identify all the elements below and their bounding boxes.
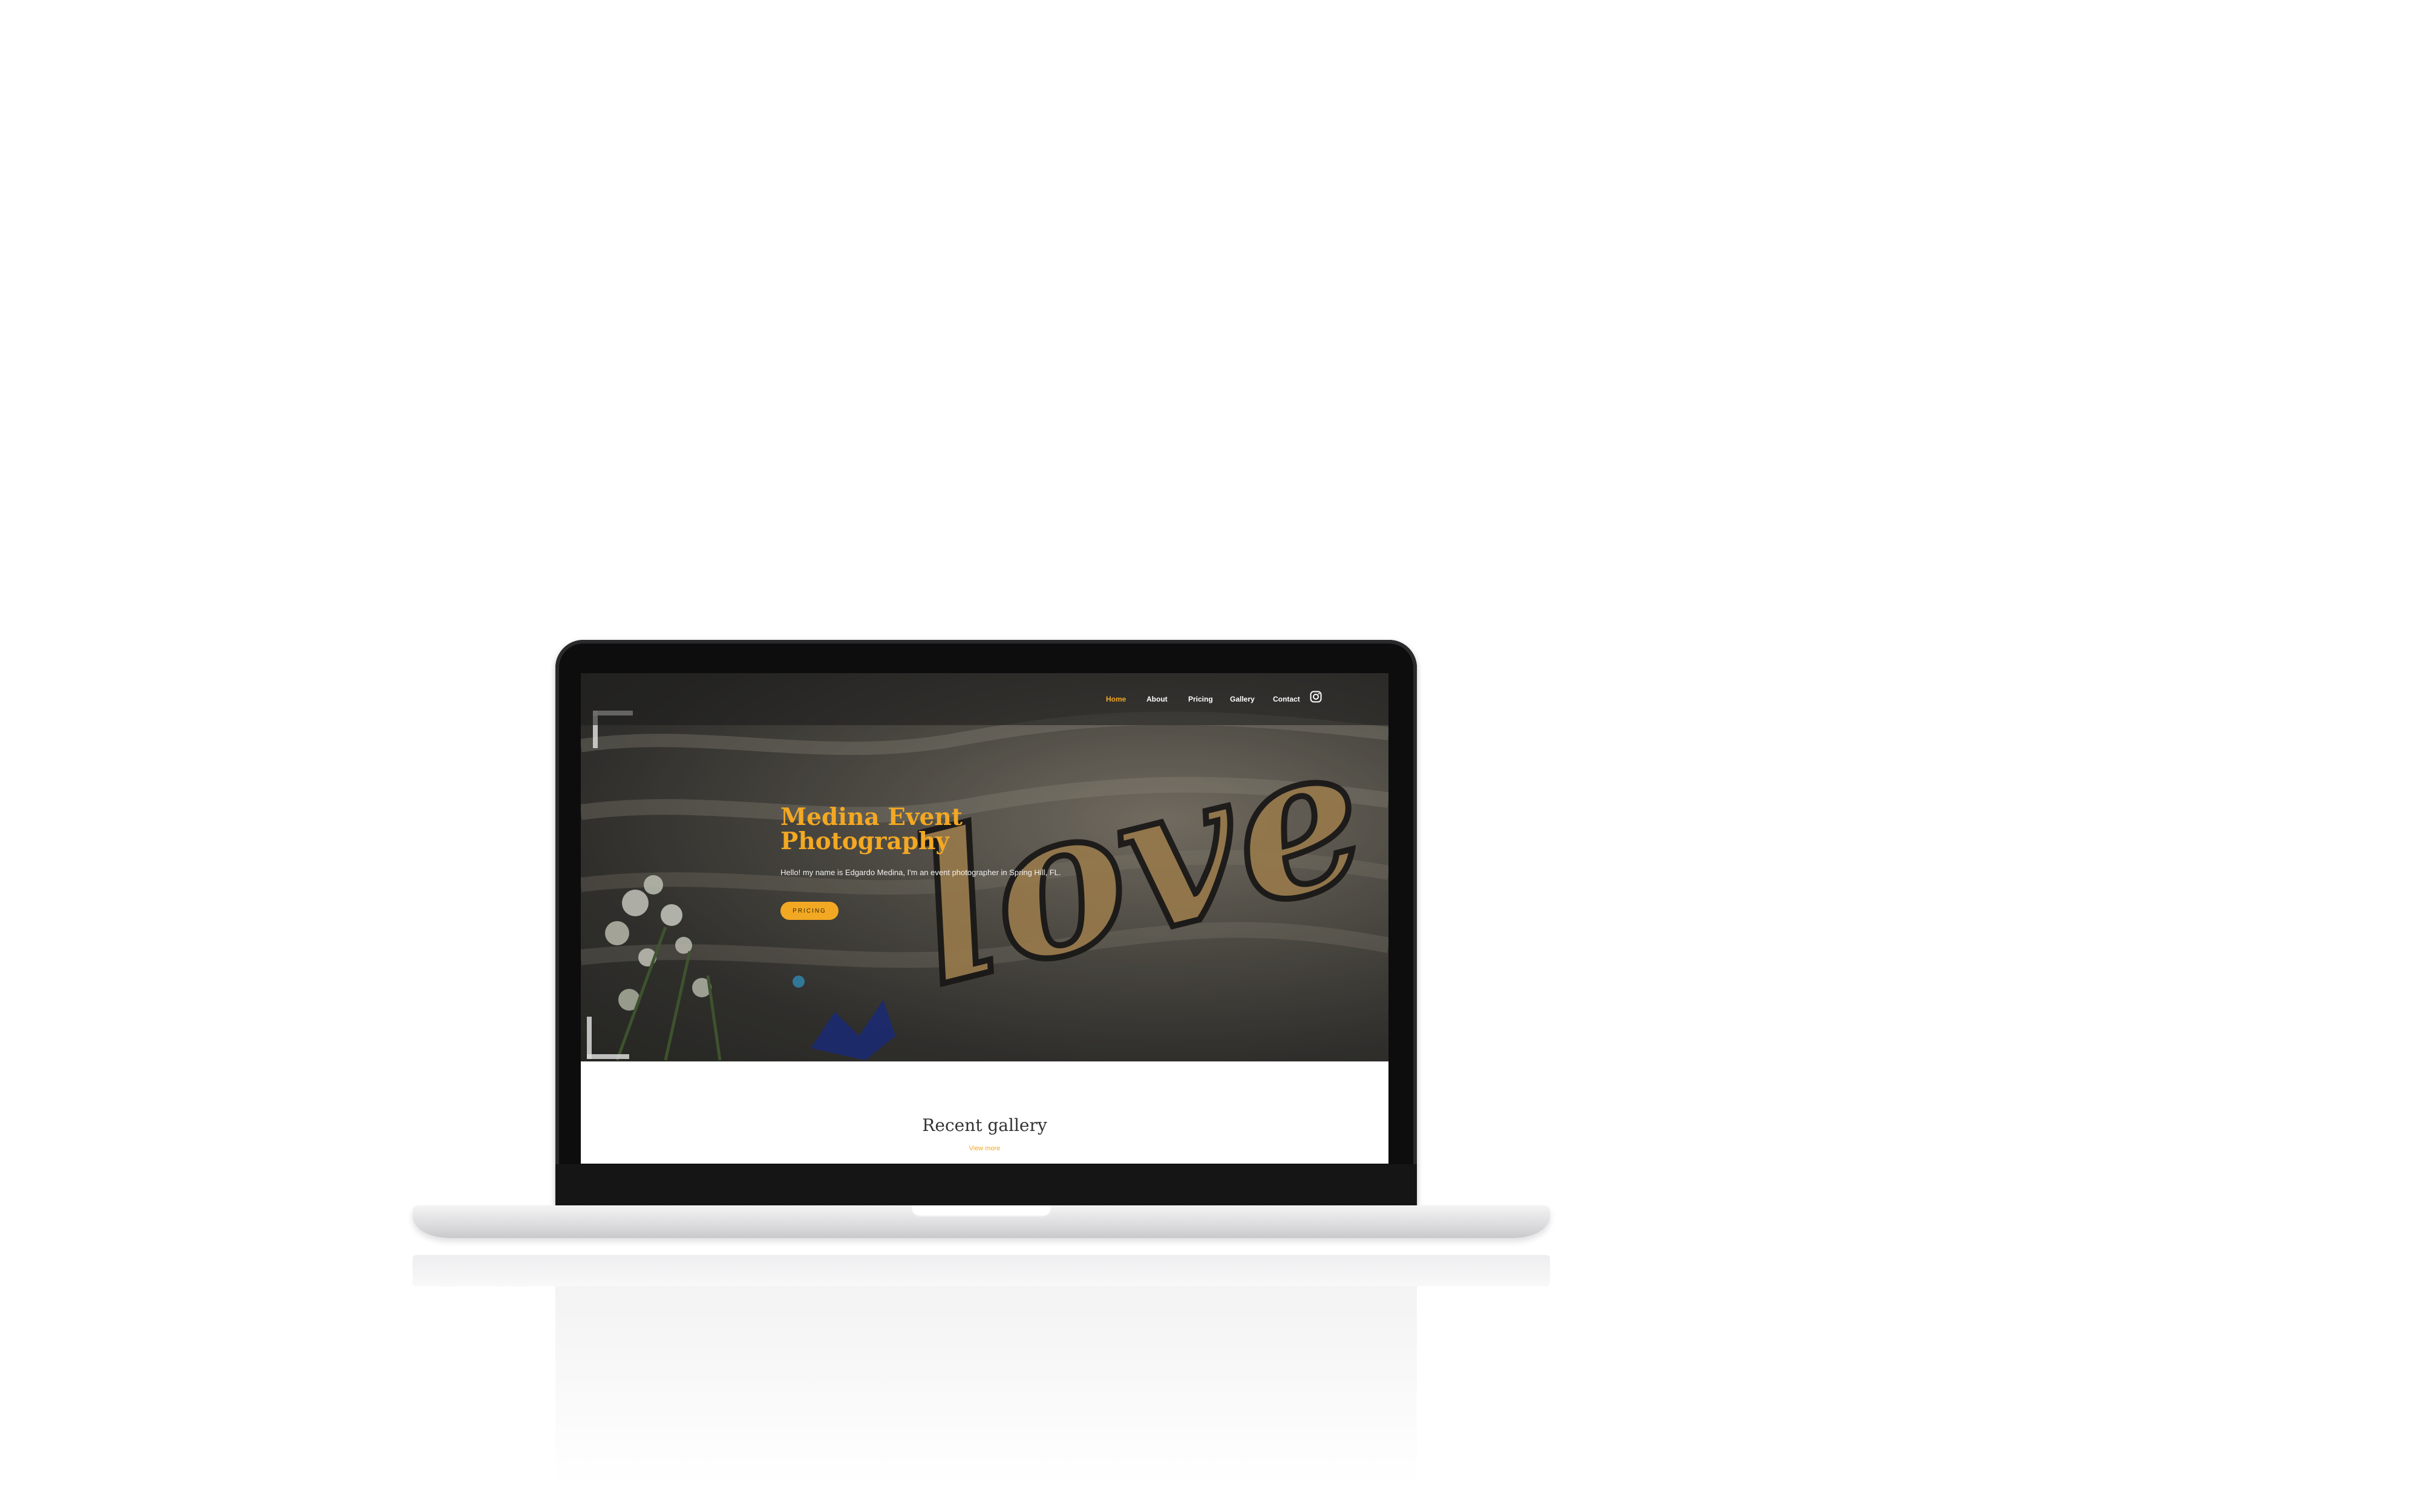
laptop-screen: love Home About Pricing Gallery Contact: [581, 673, 1388, 1164]
nav-home-link[interactable]: Home: [1106, 695, 1126, 703]
nav-about-link[interactable]: About: [1146, 695, 1168, 703]
recent-gallery-section: Recent gallery View more: [581, 1061, 1388, 1164]
instagram-icon[interactable]: [1310, 691, 1322, 703]
screen-reflection: [555, 1286, 1417, 1486]
gallery-heading: Recent gallery: [922, 1115, 1047, 1135]
laptop-lid-lower-bezel: [555, 1164, 1417, 1205]
view-more-link[interactable]: View more: [581, 1145, 1388, 1152]
main-navigation: Home About Pricing Gallery Contact: [581, 673, 1388, 725]
frame-corner-bottom-left: [587, 1017, 592, 1059]
hero-intro-text: Hello! my name is Edgardo Medina, I'm an…: [780, 868, 1061, 877]
nav-gallery-link[interactable]: Gallery: [1230, 695, 1255, 703]
pricing-button[interactable]: PRICING: [780, 902, 839, 920]
frame-corner-bottom-left-horizontal: [587, 1054, 629, 1059]
nav-contact-link[interactable]: Contact: [1273, 695, 1300, 703]
laptop-base-notch: [911, 1205, 1051, 1217]
hero-title: Medina Event Photography: [780, 803, 963, 855]
hero-section: love Home About Pricing Gallery Contact: [581, 673, 1388, 1061]
nav-pricing-link[interactable]: Pricing: [1188, 695, 1213, 703]
laptop-base-reflection: [413, 1255, 1550, 1286]
